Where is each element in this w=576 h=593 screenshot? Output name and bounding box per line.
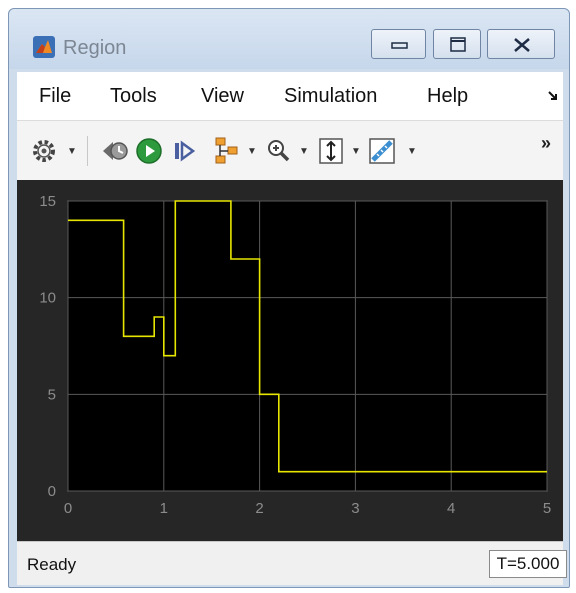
- zoom-icon[interactable]: [265, 137, 293, 165]
- x-tick-label: 3: [351, 500, 359, 517]
- menu-file[interactable]: File: [39, 85, 71, 108]
- signal-selector-caret-icon[interactable]: ▼: [247, 146, 257, 157]
- run-icon[interactable]: [135, 137, 163, 165]
- status-bar: Ready T=5.000: [17, 541, 567, 585]
- simulation-time: T=5.000: [489, 550, 567, 578]
- more-icon[interactable]: »: [541, 133, 551, 154]
- y-tick-label: 5: [48, 386, 56, 403]
- close-button[interactable]: [487, 29, 555, 59]
- step-forward-icon[interactable]: [171, 137, 197, 165]
- title-bar[interactable]: Region: [9, 9, 569, 69]
- y-tick-label: 10: [39, 290, 56, 307]
- maximize-icon: [450, 37, 466, 52]
- scope-display[interactable]: 0 1 2 3 4 5 0 5 10 15: [17, 180, 563, 541]
- matlab-icon: [33, 36, 55, 58]
- menu-view[interactable]: View: [201, 85, 244, 108]
- settings-dropdown-caret-icon[interactable]: ▼: [67, 146, 77, 157]
- rewind-icon[interactable]: [99, 137, 129, 165]
- menu-tools[interactable]: Tools: [110, 85, 157, 108]
- x-tick-label: 5: [543, 500, 551, 517]
- x-tick-label: 2: [255, 500, 263, 517]
- toolbar: ▼ ▼ ▼ ▼ ▼ »: [17, 120, 563, 180]
- scope-window: Region File Tools View Simulation Help ▼…: [8, 8, 570, 588]
- minimize-button[interactable]: [371, 29, 426, 59]
- x-tick-label: 1: [160, 500, 168, 517]
- measure-caret-icon[interactable]: ▼: [407, 146, 417, 157]
- toolbar-divider: [87, 136, 88, 166]
- window-title: Region: [63, 37, 127, 59]
- fit-axes-caret-icon[interactable]: ▼: [351, 146, 361, 157]
- y-tick-label: 15: [39, 193, 56, 210]
- zoom-caret-icon[interactable]: ▼: [299, 146, 309, 157]
- menu-simulation[interactable]: Simulation: [284, 85, 377, 108]
- x-tick-label: 0: [64, 500, 72, 517]
- dock-arrow-icon[interactable]: [547, 90, 559, 102]
- fit-axes-icon[interactable]: [317, 136, 345, 166]
- y-tick-label: 0: [48, 483, 56, 500]
- menu-bar: File Tools View Simulation Help: [17, 72, 563, 120]
- signal-plot[interactable]: 0 1 2 3 4 5 0 5 10 15: [17, 180, 563, 541]
- settings-icon[interactable]: [31, 138, 57, 164]
- minimize-icon: [391, 42, 408, 49]
- status-text: Ready: [27, 555, 77, 574]
- plot-axes: [67, 200, 548, 492]
- maximize-button[interactable]: [433, 29, 481, 59]
- x-tick-label: 4: [447, 500, 455, 517]
- menu-help[interactable]: Help: [427, 85, 468, 108]
- close-icon: [514, 38, 530, 52]
- measure-icon[interactable]: [367, 136, 397, 166]
- signal-selector-icon[interactable]: [213, 135, 241, 165]
